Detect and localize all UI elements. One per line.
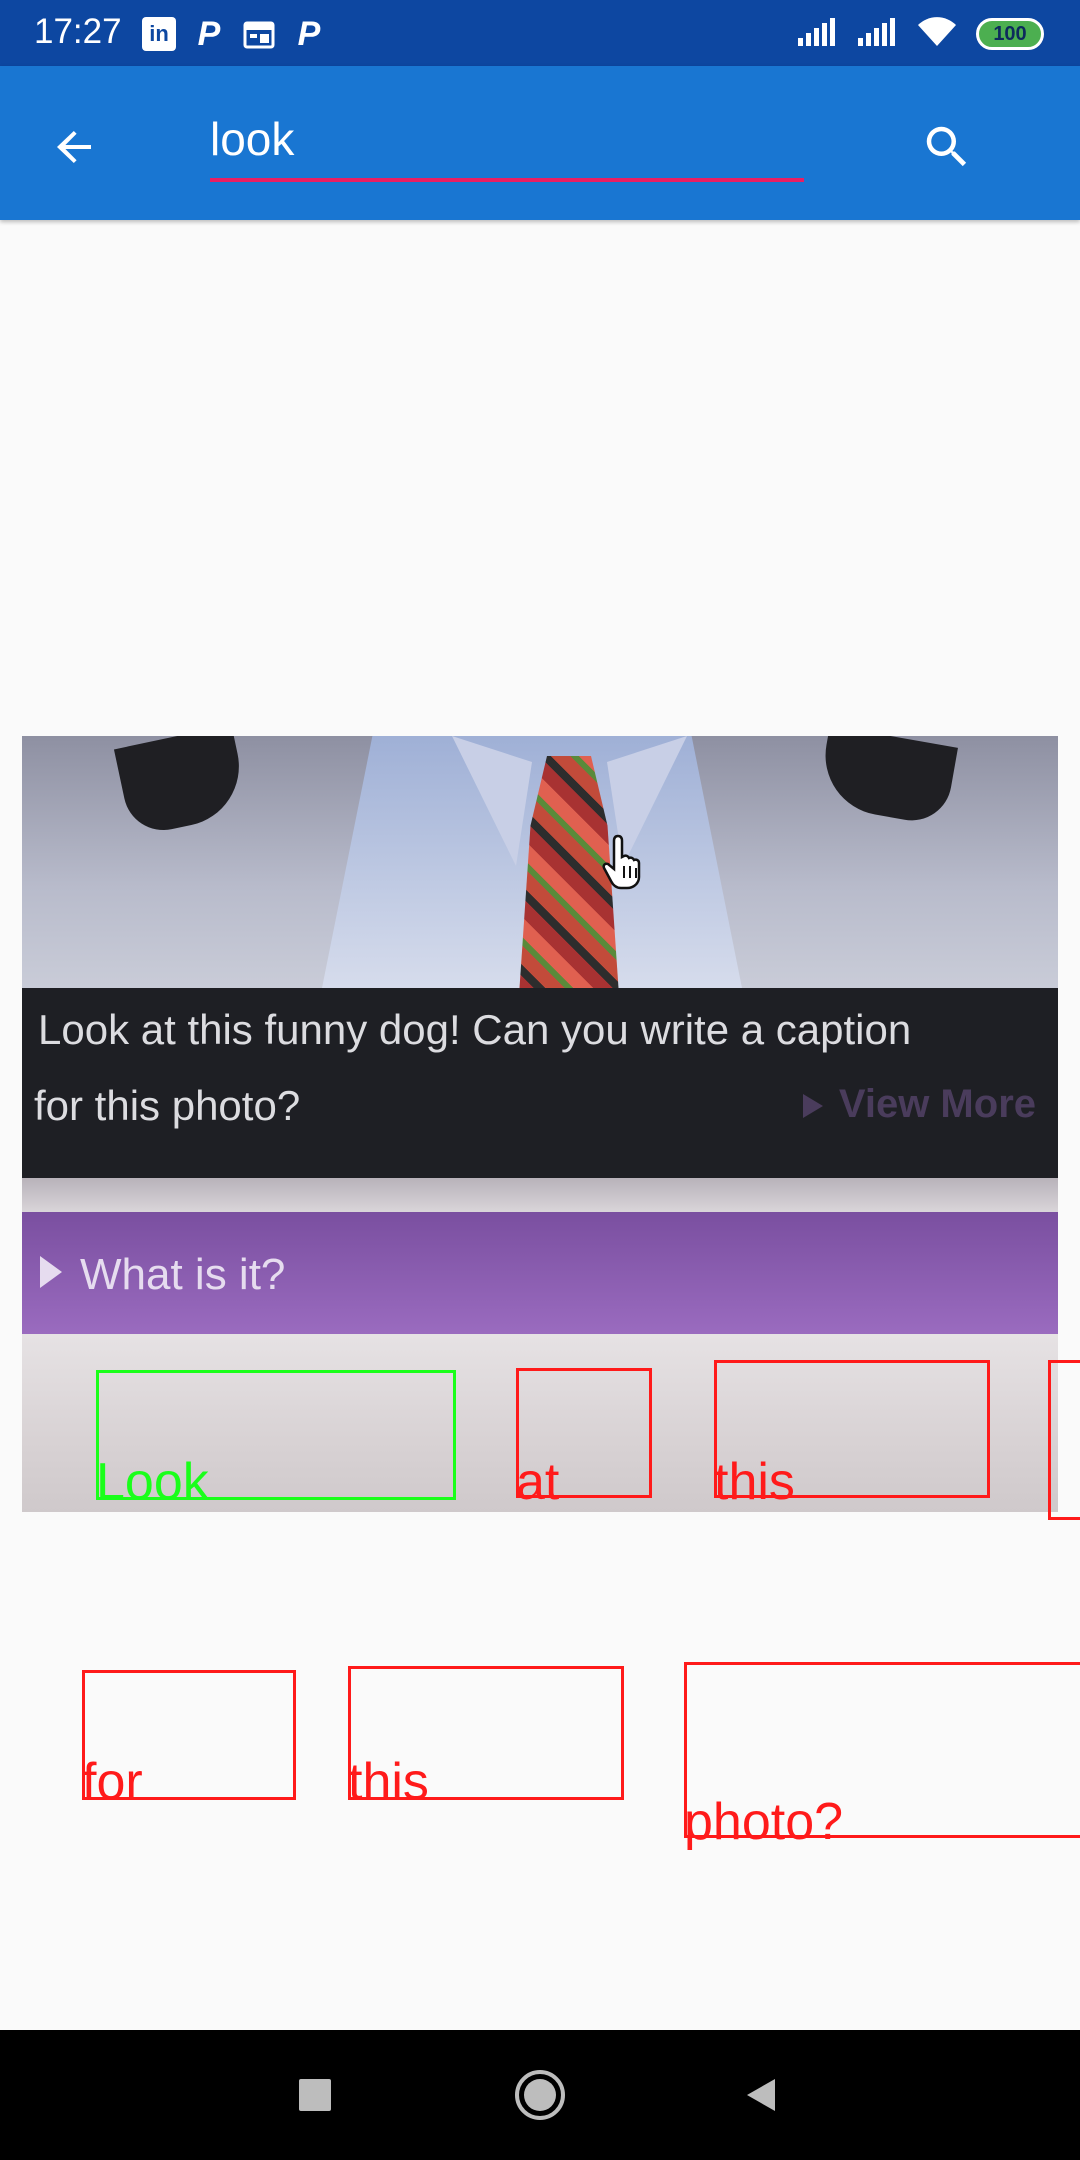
navigation-bar xyxy=(0,2030,1080,2160)
back-button[interactable] xyxy=(40,112,110,182)
photo-view-more-label: View More xyxy=(838,1082,1036,1126)
ocr-word-label: Look xyxy=(96,1453,209,1511)
photo-caption-band: Look at this funny dog! Can you write a … xyxy=(22,988,1058,1178)
photo-what-is-it: What is it? xyxy=(80,1250,286,1299)
search-button[interactable] xyxy=(910,110,984,184)
search-underline xyxy=(210,178,804,182)
arrow-back-icon xyxy=(57,131,91,163)
photo-purple-band: What is it? xyxy=(22,1212,1058,1334)
home-button[interactable] xyxy=(505,2060,575,2130)
ocr-word-label: this xyxy=(714,1453,795,1511)
recents-square-icon xyxy=(299,2079,331,2111)
system-icons: 100 xyxy=(796,12,1044,56)
photo-caption-line1: Look at this funny dog! Can you write a … xyxy=(38,1006,912,1053)
status-time: 17:27 xyxy=(34,12,122,51)
ocr-word-label: for xyxy=(82,1753,143,1811)
wifi-icon xyxy=(916,16,958,53)
photo-dog-area xyxy=(22,736,1058,988)
app-bar xyxy=(0,66,1080,220)
battery-level: 100 xyxy=(993,22,1027,45)
ocr-word-label: this xyxy=(348,1753,429,1811)
home-circle-icon xyxy=(515,2070,565,2120)
play-triangle-icon xyxy=(40,1256,62,1288)
ocr-word-label: at xyxy=(516,1453,560,1511)
status-bar: 17:27 in P P 100 xyxy=(0,0,1080,66)
parking-icon: P xyxy=(297,14,321,53)
battery-icon: 100 xyxy=(976,18,1044,50)
linkedin-icon: in xyxy=(140,15,178,53)
search-icon xyxy=(926,126,967,167)
parking-icon: P xyxy=(197,14,221,53)
play-triangle-icon xyxy=(802,1094,823,1119)
ocr-word-label: photo? xyxy=(684,1793,844,1851)
photo-light-band xyxy=(22,1178,1058,1212)
signal-icon xyxy=(856,16,898,53)
hand-cursor-icon xyxy=(602,834,641,890)
notification-icons: in P P xyxy=(140,14,328,54)
search-input[interactable] xyxy=(210,106,804,172)
photo-view-more: View More xyxy=(802,1082,1036,1127)
calendar-icon xyxy=(240,15,278,53)
back-triangle-icon xyxy=(747,2079,775,2111)
screen: 17:27 in P P 100 look Look at this funny… xyxy=(0,0,1080,2160)
ocr-word-box-partial[interactable] xyxy=(1048,1360,1080,1520)
signal-icon xyxy=(796,16,838,53)
photo-caption-line2: for this photo? xyxy=(34,1082,301,1129)
nav-back-button[interactable] xyxy=(726,2060,796,2130)
recents-button[interactable] xyxy=(280,2060,350,2130)
search-field[interactable] xyxy=(210,106,804,182)
photo-paw-left xyxy=(113,736,251,838)
photo-paw-right xyxy=(816,736,958,827)
